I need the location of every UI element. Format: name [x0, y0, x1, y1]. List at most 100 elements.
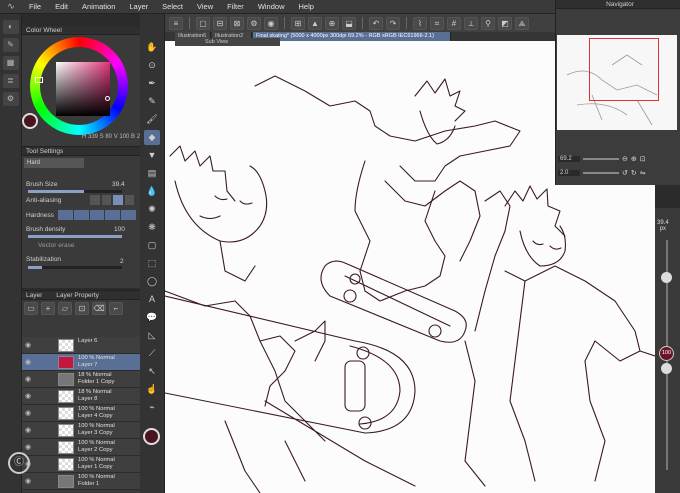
- layer-row[interactable]: ◉ 100 % Normal Layer 7: [22, 354, 140, 371]
- tab-layer[interactable]: Layer: [26, 291, 42, 299]
- saturation-value-square[interactable]: [56, 62, 110, 116]
- clip-studio-logo-icon[interactable]: Ⓒ: [8, 452, 30, 474]
- tab-final-skating[interactable]: Final skating* (5000 x 4000px 300dpi 69.…: [253, 32, 451, 41]
- snap-icon[interactable]: ⌇: [413, 16, 427, 30]
- ruler-tool-icon[interactable]: ◺: [144, 328, 160, 343]
- layer-row[interactable]: ◉ 100 % Normal Layer 3 Copy: [22, 422, 140, 439]
- navigator-rotation-slider[interactable]: [583, 172, 619, 174]
- decoration-tool-icon[interactable]: ❋: [144, 220, 160, 235]
- visibility-eye-icon[interactable]: ◉: [25, 443, 31, 451]
- pen-tool-icon[interactable]: ✒: [144, 76, 160, 91]
- brush-opacity-badge[interactable]: 100: [659, 346, 674, 361]
- menu-help[interactable]: Help: [292, 2, 321, 11]
- anti-aliasing-options[interactable]: [90, 195, 134, 205]
- zoom-tool-icon[interactable]: ⊙: [144, 58, 160, 73]
- stabilization-value[interactable]: 2: [120, 258, 134, 265]
- color-set-icon[interactable]: ◐: [2, 20, 19, 34]
- clear-icon[interactable]: ⊞: [291, 16, 305, 30]
- brush-density-slider[interactable]: [28, 235, 122, 238]
- transform-icon[interactable]: ⊕: [325, 16, 339, 30]
- flip-icon[interactable]: ⇋: [640, 169, 646, 177]
- fit-icon[interactable]: ⊡: [640, 155, 646, 163]
- layer-row[interactable]: ◉ 18 % Normal Layer 8: [22, 388, 140, 405]
- menu-view[interactable]: View: [190, 2, 220, 11]
- tab-layer-property[interactable]: Layer Property: [56, 291, 99, 299]
- shape-icon[interactable]: ⟁: [515, 16, 529, 30]
- save-icon[interactable]: ⊠: [230, 16, 244, 30]
- text-tool-icon[interactable]: A: [144, 292, 160, 307]
- main-color-swatch[interactable]: [143, 428, 160, 445]
- brush-size-slider[interactable]: [28, 190, 122, 193]
- operation-tool-icon[interactable]: ↖: [144, 364, 160, 379]
- stabilization-slider[interactable]: [28, 266, 122, 269]
- undo-icon[interactable]: ↶: [369, 16, 383, 30]
- settings-gear-icon[interactable]: ⚙: [247, 16, 261, 30]
- airbrush-tool-icon[interactable]: ✺: [144, 202, 160, 217]
- menu-layer[interactable]: Layer: [122, 2, 155, 11]
- menu-filter[interactable]: Filter: [220, 2, 251, 11]
- menu-edit[interactable]: Edit: [48, 2, 75, 11]
- blend-mode-icon[interactable]: ▭: [24, 302, 38, 315]
- layer-row[interactable]: ◉ 100 % Normal Layer 1 Copy: [22, 456, 140, 473]
- menu-file[interactable]: File: [22, 2, 48, 11]
- lock-icon[interactable]: ⊡: [75, 302, 89, 315]
- brush-density-value[interactable]: 100: [114, 226, 134, 233]
- clip-icon[interactable]: ⌐: [109, 302, 123, 315]
- ruler-snap-icon[interactable]: ⌗: [430, 16, 444, 30]
- record-icon[interactable]: ◉: [264, 16, 278, 30]
- selection-tool-icon[interactable]: ⬚: [144, 256, 160, 271]
- sub-tool-icon[interactable]: ✎: [2, 38, 19, 52]
- menu-icon[interactable]: ≡: [169, 16, 183, 30]
- brush-size-value[interactable]: 39.4: [112, 181, 132, 188]
- rotate-right-icon[interactable]: ↻: [631, 169, 637, 177]
- sub-view-title[interactable]: Sub View: [175, 38, 280, 46]
- brush-opacity-knob[interactable]: [661, 363, 672, 374]
- fill-tool-icon[interactable]: ▼: [144, 148, 160, 163]
- open-icon[interactable]: ⊟: [213, 16, 227, 30]
- visibility-eye-icon[interactable]: ◉: [25, 409, 31, 417]
- layer-row[interactable]: ◉ 18 % Normal Folder 1 Copy: [22, 371, 140, 388]
- hue-marker[interactable]: [35, 77, 43, 83]
- selection-layer-icon[interactable]: ⬓: [342, 16, 356, 30]
- figure-tool-icon[interactable]: ▢: [144, 238, 160, 253]
- new-icon[interactable]: ▢: [196, 16, 210, 30]
- sv-marker[interactable]: [105, 96, 110, 101]
- eyedropper-tool-icon[interactable]: ⌁: [144, 400, 160, 415]
- visibility-eye-icon[interactable]: ◉: [25, 477, 31, 485]
- pencil-tool-icon[interactable]: ✎: [144, 94, 160, 109]
- lasso-tool-icon[interactable]: ◯: [144, 274, 160, 289]
- brush-size-knob[interactable]: [661, 272, 672, 283]
- visibility-eye-icon[interactable]: ◉: [25, 426, 31, 434]
- layer-row[interactable]: ◉ 100 % Normal Layer 2 Copy: [22, 439, 140, 456]
- current-color-swatch[interactable]: [22, 113, 38, 129]
- settings-icon[interactable]: ⚙: [2, 92, 19, 106]
- visibility-eye-icon[interactable]: ◉: [25, 392, 31, 400]
- zoom-out-icon[interactable]: ⊖: [622, 155, 628, 163]
- perspective-icon[interactable]: ⟂: [464, 16, 478, 30]
- layer-row[interactable]: ◉ 100 % Normal Layer 4 Copy: [22, 405, 140, 422]
- new-folder-icon[interactable]: ▱: [58, 302, 72, 315]
- rotate-left-icon[interactable]: ↺: [622, 169, 628, 177]
- hardness-selector[interactable]: [58, 210, 136, 220]
- navigator-zoom-slider[interactable]: [583, 158, 619, 160]
- visibility-eye-icon[interactable]: ◉: [25, 358, 31, 366]
- layer-row[interactable]: ◉ 100 % Normal Folder 1: [22, 473, 140, 490]
- overlay-icon[interactable]: ◩: [498, 16, 512, 30]
- move-tool-icon[interactable]: ✋: [144, 40, 160, 55]
- visibility-eye-icon[interactable]: ◉: [25, 375, 31, 383]
- delete-layer-icon[interactable]: ⌫: [92, 302, 106, 315]
- navigator-viewport-rect[interactable]: [589, 38, 659, 101]
- fill-icon[interactable]: ▲: [308, 16, 322, 30]
- new-layer-icon[interactable]: +: [41, 302, 55, 315]
- vector-erase-label[interactable]: Vector erase: [38, 242, 148, 249]
- navigator-rotation-value[interactable]: 2.0: [558, 170, 580, 176]
- layer-row[interactable]: ◉ Layer 6: [22, 337, 140, 354]
- menu-animation[interactable]: Animation: [75, 2, 122, 11]
- menu-window[interactable]: Window: [251, 2, 292, 11]
- menu-select[interactable]: Select: [155, 2, 190, 11]
- material-icon[interactable]: ▦: [2, 56, 19, 70]
- symmetry-icon[interactable]: ⚲: [481, 16, 495, 30]
- visibility-eye-icon[interactable]: ◉: [25, 341, 31, 349]
- hand-tool-icon[interactable]: ☝: [144, 382, 160, 397]
- zoom-in-icon[interactable]: ⊕: [631, 155, 637, 163]
